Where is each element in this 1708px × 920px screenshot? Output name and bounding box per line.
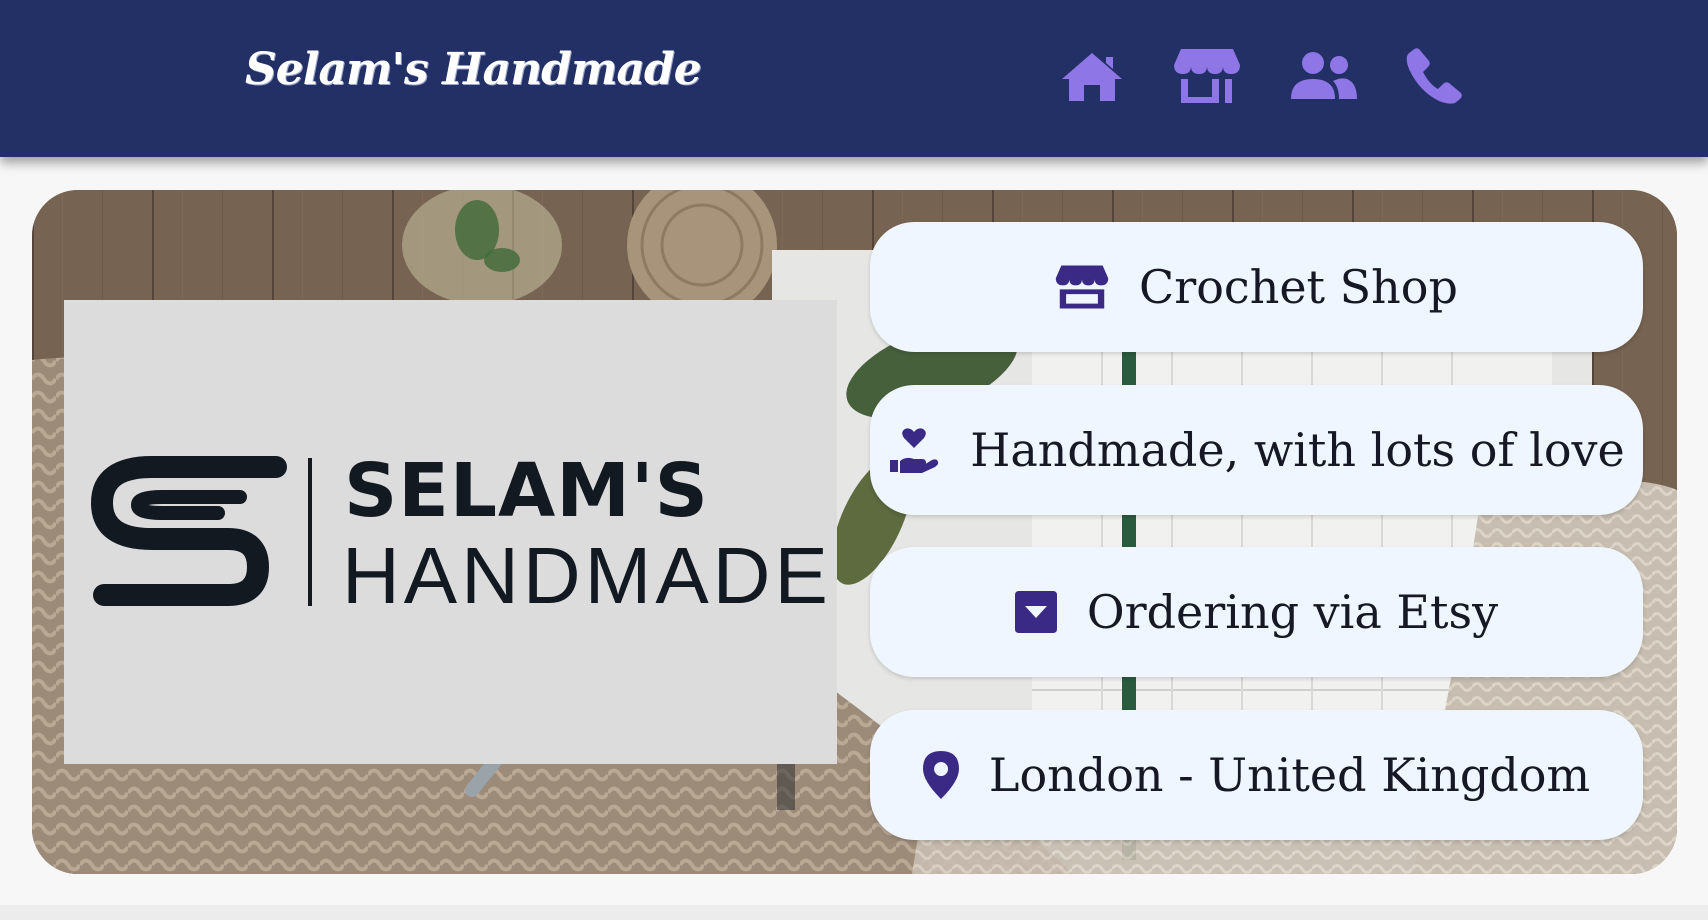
hero-banner: SELAM'S HANDMADE Crochet Shop Handmade, …	[32, 190, 1677, 874]
top-navbar: Selam's Handmade	[0, 0, 1708, 157]
card-location[interactable]: London - United Kingdom	[870, 710, 1643, 840]
dropdown-box-icon	[1014, 591, 1057, 633]
store-icon[interactable]	[1173, 44, 1241, 108]
shop-logo: SELAM'S HANDMADE	[64, 300, 837, 764]
card-ordering-etsy[interactable]: Ordering via Etsy	[870, 547, 1643, 677]
card-label: London - United Kingdom	[988, 748, 1591, 802]
card-handmade[interactable]: Handmade, with lots of love	[870, 385, 1643, 515]
s-monogram-icon	[91, 456, 287, 606]
brand-title[interactable]: Selam's Handmade	[245, 44, 702, 95]
logo-divider	[308, 458, 312, 606]
map-pin-icon	[922, 751, 959, 799]
footer-edge	[0, 905, 1708, 920]
store-icon	[1055, 265, 1109, 309]
home-icon[interactable]	[1060, 44, 1124, 108]
card-label: Ordering via Etsy	[1086, 585, 1499, 639]
logo-text-line1: SELAM'S	[344, 448, 709, 534]
card-label: Handmade, with lots of love	[970, 423, 1625, 477]
card-label: Crochet Shop	[1139, 260, 1458, 314]
logo-text-line2: HANDMADE	[342, 531, 832, 620]
users-icon[interactable]	[1289, 44, 1359, 108]
hand-holding-heart-icon	[890, 428, 939, 473]
card-crochet-shop[interactable]: Crochet Shop	[870, 222, 1643, 352]
phone-icon[interactable]	[1405, 44, 1463, 108]
